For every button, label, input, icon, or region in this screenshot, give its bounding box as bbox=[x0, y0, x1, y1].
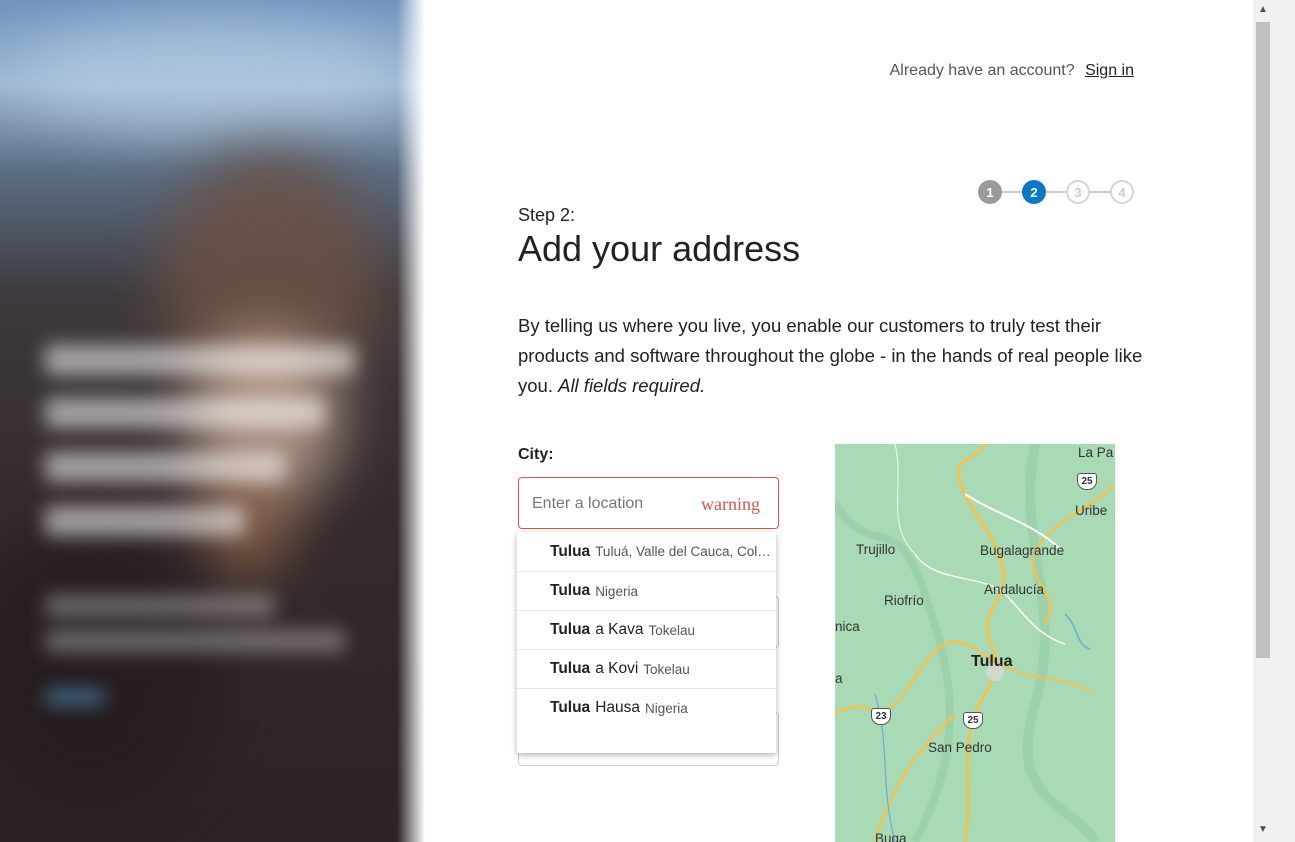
autocomplete-item[interactable]: Tulua Nigeria bbox=[517, 571, 776, 610]
scrollbar[interactable]: ▲ ▼ bbox=[1253, 0, 1295, 842]
map-place-label: Bugalagrande bbox=[980, 543, 1065, 558]
scroll-up-icon[interactable]: ▲ bbox=[1257, 4, 1269, 15]
map-place-label: San Pedro bbox=[928, 740, 992, 755]
autocomplete-item[interactable]: Tulua Tuluá, Valle del Cauca, Colombia bbox=[517, 532, 776, 571]
match-text: Tulua bbox=[550, 542, 591, 560]
place-text: a Kovi bbox=[595, 660, 639, 677]
intro-text: By telling us where you live, you enable… bbox=[518, 311, 1148, 401]
stepper-connector bbox=[1000, 191, 1022, 193]
autocomplete-item[interactable]: Tulua Hausa Nigeria bbox=[517, 688, 776, 727]
match-text: Tulua bbox=[550, 582, 591, 599]
secondary-text: Tokelau bbox=[643, 661, 690, 677]
map-place-label: Buga bbox=[875, 831, 907, 842]
map-place-label: Trujillo bbox=[856, 542, 896, 557]
city-field: warning bbox=[518, 477, 779, 530]
match-text: Tulua bbox=[550, 621, 591, 638]
step-2-indicator: 2 bbox=[1022, 180, 1046, 204]
map-place-label: a bbox=[835, 671, 843, 686]
map-place-label: Tulua bbox=[971, 653, 1013, 670]
stepper-connector bbox=[1088, 191, 1110, 193]
place-text: Hausa bbox=[595, 699, 640, 716]
account-prompt: Already have an account? bbox=[889, 62, 1075, 79]
map-roads bbox=[835, 444, 1115, 842]
secondary-text: Nigeria bbox=[645, 700, 688, 716]
stepper-connector bbox=[1044, 191, 1066, 193]
location-autocomplete: Tulua Tuluá, Valle del Cauca, Colombia T… bbox=[517, 532, 776, 753]
step-3-indicator: 3 bbox=[1066, 180, 1090, 204]
required-note: All fields required. bbox=[558, 375, 706, 396]
scroll-down-icon[interactable]: ▼ bbox=[1257, 824, 1269, 835]
hero-image bbox=[0, 0, 425, 842]
route-shield: 25 bbox=[1077, 473, 1097, 490]
progress-stepper: 1 2 3 4 bbox=[978, 180, 1134, 206]
step-label: Step 2: bbox=[518, 205, 576, 225]
city-input[interactable] bbox=[519, 478, 704, 530]
secondary-text: Tuluá, Valle del Cauca, Colombia bbox=[595, 544, 776, 559]
place-text: a Kava bbox=[595, 621, 644, 638]
autocomplete-item[interactable]: Tulua a Kovi Tokelau bbox=[517, 649, 776, 688]
secondary-text: Nigeria bbox=[595, 583, 638, 599]
map-place-label: La Pa bbox=[1078, 445, 1114, 460]
autocomplete-item[interactable]: Tulua a Kava Tokelau bbox=[517, 610, 776, 649]
step-1-indicator: 1 bbox=[978, 180, 1002, 204]
city-label: City: bbox=[518, 446, 554, 463]
scrollbar-thumb[interactable] bbox=[1256, 22, 1270, 658]
page-title: Add your address bbox=[518, 228, 801, 269]
map-place-label: Riofrío bbox=[884, 593, 924, 608]
map-place-label: Uribe bbox=[1075, 503, 1108, 518]
secondary-text: Tokelau bbox=[648, 622, 695, 638]
signin-row: Already have an account? Sign in bbox=[890, 62, 1134, 80]
step-4-indicator: 4 bbox=[1110, 180, 1134, 204]
signin-link[interactable]: Sign in bbox=[1085, 62, 1134, 79]
location-map[interactable]: La Pa Uribe Trujillo Bugalagrande Andalu… bbox=[835, 444, 1115, 842]
match-text: Tulua bbox=[550, 660, 591, 677]
warning-text: warning bbox=[701, 494, 760, 514]
route-shield: 23 bbox=[871, 708, 891, 725]
route-shield: 25 bbox=[963, 712, 983, 729]
map-place-label: Andalucía bbox=[984, 582, 1045, 597]
map-place-label: nica bbox=[835, 619, 860, 634]
match-text: Tulua bbox=[550, 699, 591, 716]
